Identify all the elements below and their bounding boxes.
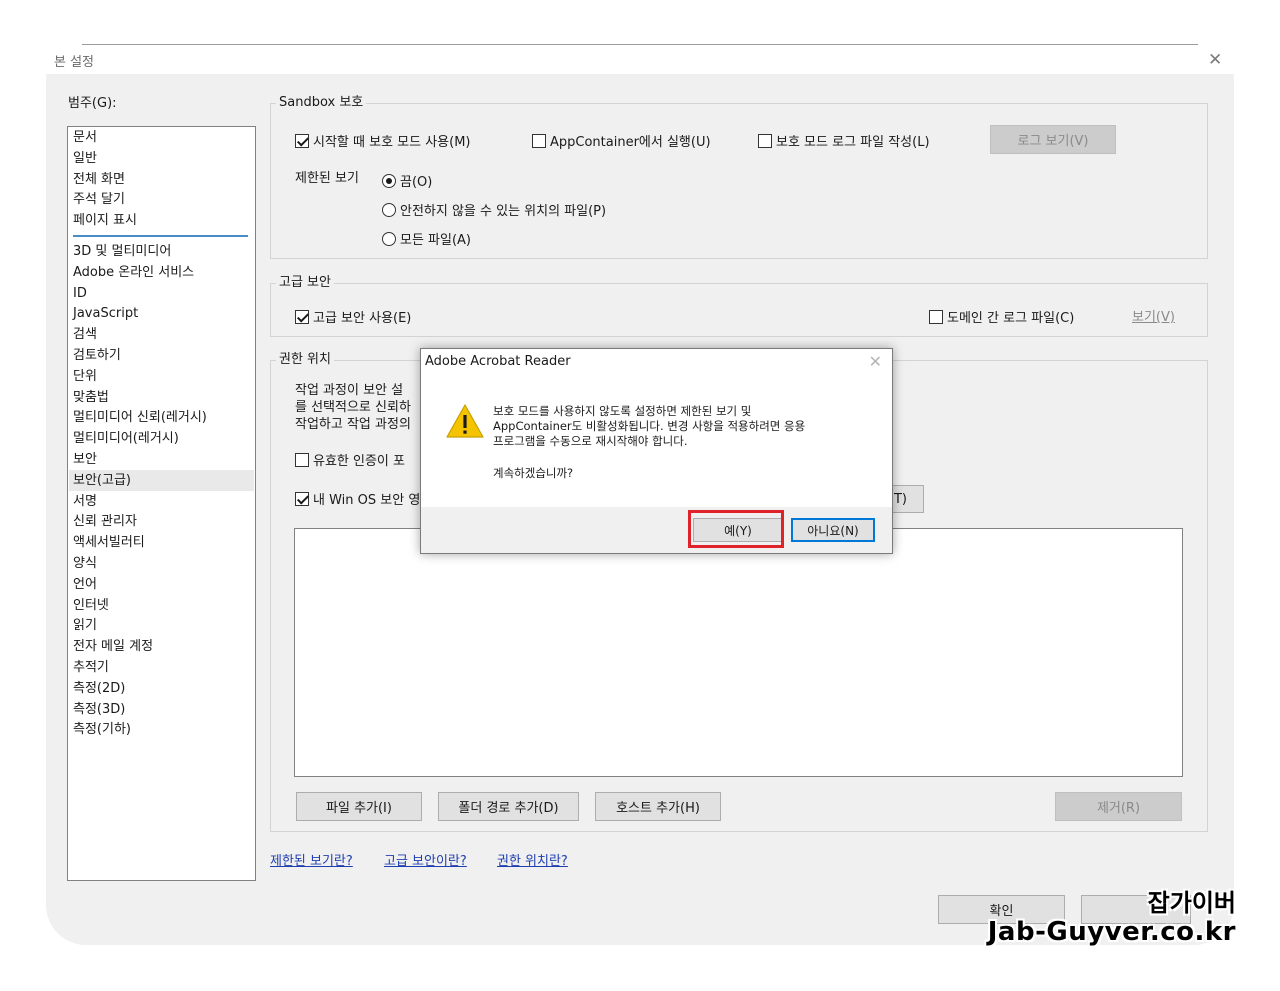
view-log-button[interactable]: 로그 보기(V) [990,125,1116,154]
privileged-locations-list[interactable] [294,528,1183,777]
category-item[interactable]: 맞춤법 [73,388,109,408]
dialog-footer: 예(Y) 아니요(N) [421,507,892,553]
category-item[interactable]: 단위 [73,367,97,387]
category-item[interactable]: 서명 [73,492,97,512]
category-item[interactable]: 액세서빌러티 [73,533,145,553]
category-item[interactable]: JavaScript [73,304,138,324]
warning-icon [446,404,484,438]
add-file-button[interactable]: 파일 추가(I) [296,792,422,821]
category-item[interactable]: Adobe 온라인 서비스 [73,263,194,283]
no-button[interactable]: 아니요(N) [791,518,875,542]
yes-button-highlight [688,510,784,548]
remove-button[interactable]: 제거(R) [1055,792,1182,821]
restricted-view-help-link[interactable]: 제한된 보기란? [270,850,353,869]
checkbox-box[interactable] [929,309,943,324]
category-item[interactable]: 전체 화면 [73,170,125,190]
radio-circle[interactable] [382,231,396,246]
category-item[interactable]: 주석 달기 [73,190,125,210]
category-item[interactable]: 일반 [73,149,97,169]
category-item[interactable]: 문서 [73,128,97,148]
radio-circle[interactable] [382,202,396,217]
dialog-question: 계속하겠습니까? [493,466,574,480]
categories-list[interactable]: 문서 일반 전체 화면 주석 달기 페이지 표시 3D 및 멀티미디어 Adobe 온라인 … [67,126,256,881]
add-host-button[interactable]: 호스트 추가(H) [595,792,721,821]
privileged-desc-line-3: 작업하고 작업 과정의 [295,417,411,432]
category-item[interactable]: 인터넷 [73,596,109,616]
category-item[interactable]: 보안(고급) [73,471,131,491]
category-item[interactable]: 3D 및 멀티미디어 [73,242,171,262]
add-folder-path-button[interactable]: 폴더 경로 추가(D) [438,792,579,821]
radio-circle[interactable] [382,173,396,188]
restricted-view-label: 제한된 보기 [295,171,359,186]
win-os-zone-checkbox[interactable]: 내 Win OS 보안 영 [295,489,420,508]
checkbox-box[interactable] [758,133,772,148]
category-item[interactable]: 측정(3D) [73,700,125,720]
radio-off[interactable]: 끔(O) [382,171,432,190]
checkbox-box[interactable] [532,133,546,148]
valid-cert-checkbox[interactable]: 유효한 인증이 포 [295,450,405,469]
privileged-desc-line-1: 작업 과정이 보안 설 [295,383,404,398]
category-item[interactable]: 읽기 [73,616,97,636]
category-item[interactable]: 측정(기하) [73,720,131,740]
close-icon[interactable]: ✕ [1208,50,1222,70]
cross-domain-log-checkbox[interactable]: 도메인 간 로그 파일(C) [929,307,1074,326]
log-file-checkbox[interactable]: 보호 모드 로그 파일 작성(L) [758,131,930,150]
view-cross-domain-link[interactable]: 보기(V) [1132,306,1175,325]
radio-unsafe-locations[interactable]: 안전하지 않을 수 있는 위치의 파일(P) [382,200,606,219]
privileged-locations-help-link[interactable]: 권한 위치란? [497,850,568,869]
window-title: 본 설정 [54,55,95,70]
category-item[interactable]: 신뢰 관리자 [73,512,137,532]
category-separator [73,235,248,237]
category-item[interactable]: 검색 [73,325,97,345]
category-item[interactable]: ID [73,284,87,304]
category-item[interactable]: 멀티미디어 신뢰(레거시) [73,408,207,428]
category-item[interactable]: 보안 [73,450,97,470]
watermark-url: Jab-Guyver.co.kr [987,917,1236,947]
checkbox-box[interactable] [295,309,309,324]
privileged-desc-line-2: 를 선택적으로 신뢰하 [295,400,411,415]
watermark: 잡가이버 Jab-Guyver.co.kr [988,889,1236,947]
checkbox-box[interactable] [295,133,309,148]
dialog-title: Adobe Acrobat Reader [425,354,571,369]
category-item[interactable]: 언어 [73,575,97,595]
categories-label: 범주(G): [68,96,117,111]
enhanced-security-help-link[interactable]: 고급 보안이란? [384,850,467,869]
enhanced-security-checkbox[interactable]: 고급 보안 사용(E) [295,307,411,326]
category-item[interactable]: 멀티미디어(레거시) [73,429,179,449]
checkbox-box[interactable] [295,452,309,467]
top-divider [82,44,1198,45]
dialog-close-icon[interactable]: ✕ [869,352,882,371]
appcontainer-checkbox[interactable]: AppContainer에서 실행(U) [532,131,711,150]
category-item[interactable]: 전자 메일 계정 [73,637,153,657]
enhanced-security-title: 고급 보안 [276,275,334,291]
category-item[interactable]: 페이지 표시 [73,211,137,231]
category-item[interactable]: 측정(2D) [73,679,125,699]
radio-all-files[interactable]: 모든 파일(A) [382,229,471,248]
privileged-locations-title: 권한 위치 [276,352,334,368]
category-item[interactable]: 추적기 [73,658,109,678]
watermark-korean: 잡가이버 [1147,889,1236,917]
dialog-message: 보호 모드를 사용하지 않도록 설정하면 제한된 보기 및 AppContain… [493,404,806,448]
category-item[interactable]: 양식 [73,554,97,574]
confirm-dialog: Adobe Acrobat Reader ✕ 보호 모드를 사용하지 않도록 설… [420,348,893,554]
protected-mode-checkbox[interactable]: 시작할 때 보호 모드 사용(M) [295,131,471,150]
sandbox-title: Sandbox 보호 [276,95,367,111]
checkbox-box[interactable] [295,491,309,506]
category-item[interactable]: 검토하기 [73,346,121,366]
